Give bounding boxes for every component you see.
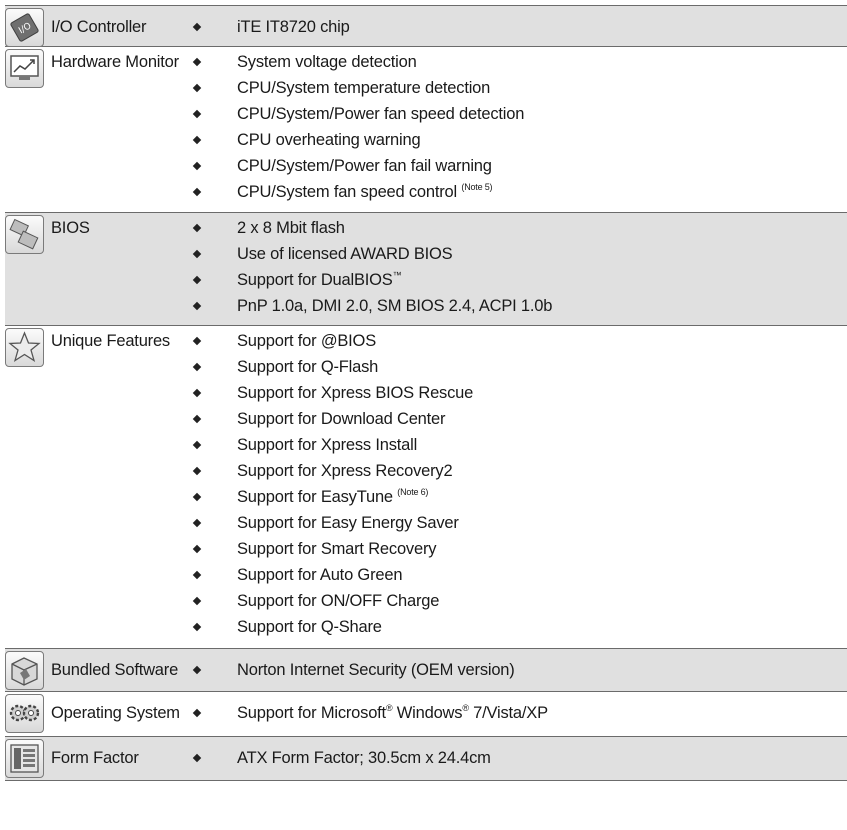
diamond-bullet-icon [192, 440, 202, 450]
diamond-bullet-icon [192, 362, 202, 372]
section-bundled-software: Bundled Software Norton Internet Securit… [5, 649, 847, 692]
footnote-ref: (Note 5) [461, 182, 493, 192]
list-item: 2 x 8 Mbit flash [5, 216, 847, 242]
section-operating-system: Operating System Support for Microsoft® … [5, 692, 847, 737]
diamond-bullet-icon [192, 388, 202, 398]
list-item: Support for ON/OFF Charge [5, 589, 847, 615]
list-item: Support for Q-Flash [5, 355, 847, 381]
diamond-bullet-icon [192, 570, 202, 580]
diamond-bullet-icon [192, 187, 202, 197]
diamond-bullet-icon [192, 544, 202, 554]
diamond-bullet-icon [192, 596, 202, 606]
diamond-bullet-icon [192, 223, 202, 233]
diamond-bullet-icon [192, 466, 202, 476]
diamond-bullet-icon [192, 109, 202, 119]
diamond-bullet-icon [192, 83, 202, 93]
diamond-bullet-icon [192, 622, 202, 632]
list-item: CPU/System/Power fan fail warning [5, 154, 847, 180]
section-form-factor: Form Factor ATX Form Factor; 30.5cm x 24… [5, 737, 847, 781]
diamond-bullet-icon [192, 492, 202, 502]
spec-table: I/O I/O Controller iTE IT8720 chip Hardw… [5, 5, 847, 781]
list-item: Support for Xpress BIOS Rescue [5, 381, 847, 407]
list-item: Support for Smart Recovery [5, 537, 847, 563]
list-item: Support for Q-Share [5, 615, 847, 641]
list-item: Support for EasyTune (Note 6) [5, 485, 847, 511]
diamond-bullet-icon [192, 301, 202, 311]
diamond-bullet-icon [192, 518, 202, 528]
diamond-bullet-icon [192, 414, 202, 424]
list-item: CPU/System fan speed control (Note 5) [5, 180, 847, 206]
list-item: Norton Internet Security (OEM version) [5, 658, 847, 684]
diamond-bullet-icon [192, 135, 202, 145]
diamond-bullet-icon [192, 665, 202, 675]
list-item: ATX Form Factor; 30.5cm x 24.4cm [5, 746, 847, 772]
item-list: 2 x 8 Mbit flash Use of licensed AWARD B… [5, 216, 847, 320]
list-item: iTE IT8720 chip [5, 15, 847, 41]
list-item: Support for Auto Green [5, 563, 847, 589]
list-item: Support for Xpress Install [5, 433, 847, 459]
list-item: Support for DualBIOS™ [5, 268, 847, 294]
list-item: Support for Download Center [5, 407, 847, 433]
section-bios: BIOS 2 x 8 Mbit flash Use of licensed AW… [5, 213, 847, 326]
item-list: System voltage detection CPU/System temp… [5, 50, 847, 206]
diamond-bullet-icon [192, 57, 202, 67]
list-item: Use of licensed AWARD BIOS [5, 242, 847, 268]
item-list: Support for Microsoft® Windows® 7/Vista/… [5, 701, 847, 727]
diamond-bullet-icon [192, 22, 202, 32]
diamond-bullet-icon [192, 708, 202, 718]
list-item: Support for Microsoft® Windows® 7/Vista/… [5, 701, 847, 727]
item-list: Norton Internet Security (OEM version) [5, 658, 847, 684]
diamond-bullet-icon [192, 275, 202, 285]
item-list: Support for @BIOS Support for Q-Flash Su… [5, 329, 847, 641]
trademark-mark: ™ [392, 270, 402, 280]
list-item: CPU overheating warning [5, 128, 847, 154]
footnote-ref: (Note 6) [397, 487, 429, 497]
list-item: System voltage detection [5, 50, 847, 76]
list-item: CPU/System/Power fan speed detection [5, 102, 847, 128]
list-item: CPU/System temperature detection [5, 76, 847, 102]
item-list: ATX Form Factor; 30.5cm x 24.4cm [5, 746, 847, 772]
diamond-bullet-icon [192, 336, 202, 346]
diamond-bullet-icon [192, 161, 202, 171]
list-item: Support for Xpress Recovery2 [5, 459, 847, 485]
diamond-bullet-icon [192, 753, 202, 763]
list-item: PnP 1.0a, DMI 2.0, SM BIOS 2.4, ACPI 1.0… [5, 294, 847, 320]
list-item: Support for Easy Energy Saver [5, 511, 847, 537]
item-list: iTE IT8720 chip [5, 15, 847, 41]
list-item: Support for @BIOS [5, 329, 847, 355]
section-hardware-monitor: Hardware Monitor System voltage detectio… [5, 47, 847, 213]
diamond-bullet-icon [192, 249, 202, 259]
section-unique-features: Unique Features Support for @BIOS Suppor… [5, 326, 847, 649]
section-io-controller: I/O I/O Controller iTE IT8720 chip [5, 6, 847, 47]
